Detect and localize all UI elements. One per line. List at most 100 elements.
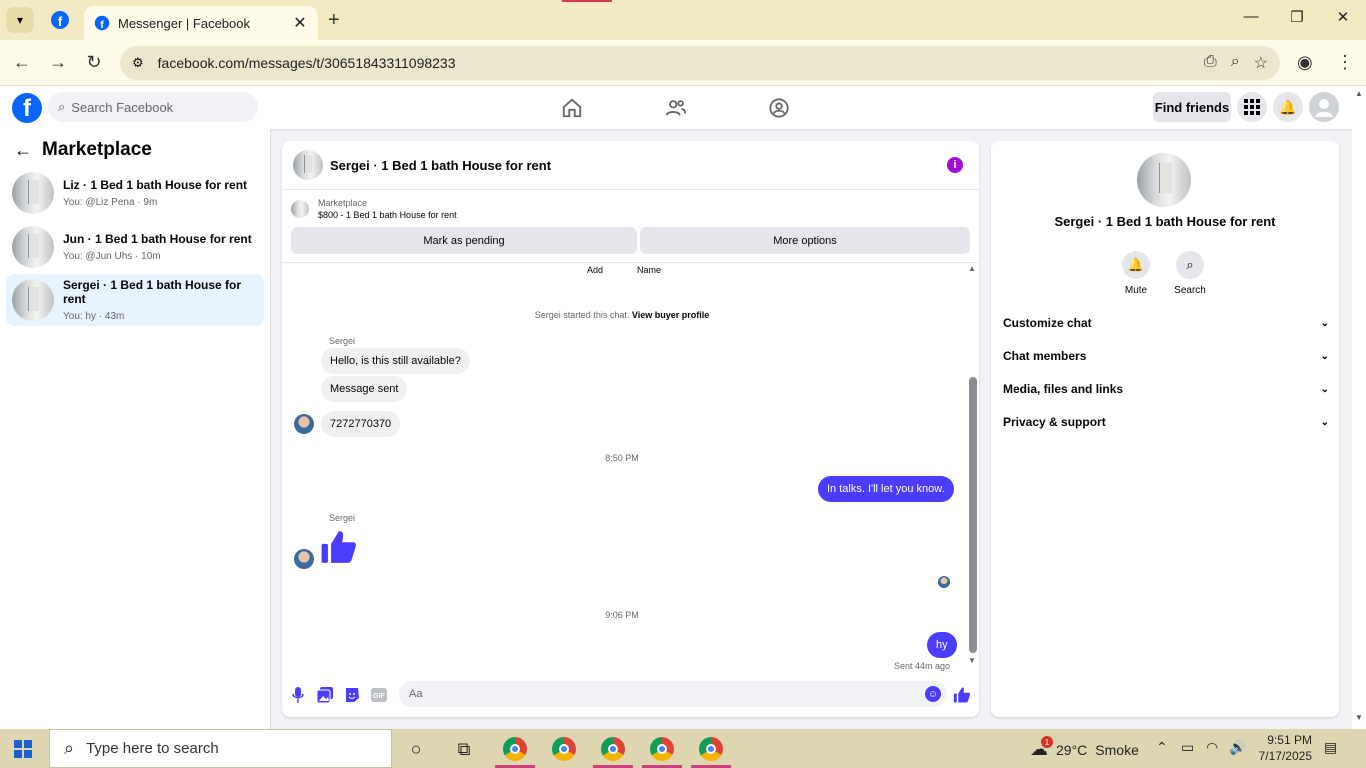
account-avatar[interactable] bbox=[1309, 92, 1339, 122]
url-text[interactable]: facebook.com/messages/t/3065184331109823… bbox=[158, 55, 456, 71]
mute-button[interactable]: 🔔 Mute bbox=[1106, 251, 1166, 296]
tab-search-button[interactable]: ▾ bbox=[6, 7, 34, 33]
page-scroll-down-icon[interactable]: ▼ bbox=[1355, 713, 1363, 722]
customize-chat-section[interactable]: Customize chat ⌄ bbox=[1003, 311, 1329, 335]
view-buyer-profile-link[interactable]: View buyer profile bbox=[632, 310, 709, 320]
message-input[interactable]: Aa ☺ bbox=[399, 681, 947, 707]
new-tab-button[interactable]: + bbox=[328, 9, 340, 32]
svg-text:GIF: GIF bbox=[373, 693, 385, 700]
system-clock[interactable]: 9:51 PM 7/17/2025 bbox=[1252, 732, 1312, 764]
chrome-icon[interactable] bbox=[650, 737, 674, 761]
back-button[interactable]: ← bbox=[10, 52, 34, 73]
outgoing-message[interactable]: hy bbox=[927, 632, 957, 658]
bookmark-star-icon[interactable]: ☆ bbox=[1254, 53, 1268, 73]
read-receipt-avatar bbox=[938, 576, 950, 588]
friends-icon[interactable] bbox=[665, 97, 687, 119]
tab-title: Messenger | Facebook bbox=[118, 15, 250, 31]
address-bar-row: ← → ↻ ⚙ facebook.com/messages/t/30651843… bbox=[0, 40, 1366, 86]
scroll-down-icon[interactable]: ▼ bbox=[968, 656, 976, 665]
install-app-icon[interactable]: ⎙ bbox=[1204, 53, 1217, 73]
media-files-links-section[interactable]: Media, files and links ⌄ bbox=[1003, 377, 1329, 401]
conversation-item[interactable]: Liz · 1 Bed 1 bath House for rent You: @… bbox=[6, 167, 264, 219]
windows-start-icon[interactable] bbox=[14, 740, 32, 758]
like-button-icon[interactable] bbox=[953, 686, 971, 704]
chat-thumbnail[interactable] bbox=[293, 150, 323, 180]
microphone-icon[interactable] bbox=[289, 686, 307, 704]
sender-avatar[interactable] bbox=[294, 414, 314, 434]
find-friends-button[interactable]: Find friends bbox=[1153, 92, 1231, 122]
sidebar-title: Marketplace bbox=[42, 139, 152, 160]
pinned-facebook-tab[interactable]: f bbox=[50, 10, 70, 35]
back-arrow-icon[interactable]: ← bbox=[14, 140, 32, 161]
show-hidden-icons[interactable]: ⌃ bbox=[1156, 739, 1168, 756]
page-scroll-up-icon[interactable]: ▲ bbox=[1355, 89, 1363, 98]
taskbar-search-placeholder: Type here to search bbox=[86, 740, 219, 757]
outgoing-message[interactable]: In talks. I'll let you know. bbox=[818, 476, 954, 502]
facebook-icon: f bbox=[94, 15, 110, 31]
more-options-button[interactable]: More options bbox=[640, 227, 970, 254]
scroll-up-icon[interactable]: ▲ bbox=[968, 264, 976, 273]
battery-icon[interactable]: ▭ bbox=[1181, 739, 1194, 756]
close-window-button[interactable]: ✕ bbox=[1320, 8, 1366, 26]
thumbs-up-icon[interactable] bbox=[320, 528, 358, 566]
search-placeholder: Search Facebook bbox=[71, 99, 174, 115]
message-thread: Add Name Sergei started this chat. View … bbox=[282, 262, 979, 674]
groups-icon[interactable] bbox=[768, 97, 790, 119]
facebook-search-input[interactable]: ⌕ Search Facebook bbox=[48, 92, 258, 122]
sender-avatar[interactable] bbox=[294, 549, 314, 569]
taskbar-search-input[interactable]: ⌕ Type here to search bbox=[49, 729, 392, 768]
search-conversation-button[interactable]: ⌕ Search bbox=[1160, 251, 1220, 296]
profile-icon[interactable]: ◉ bbox=[1297, 52, 1313, 73]
recording-indicator bbox=[562, 0, 612, 2]
listing-info[interactable]: Marketplace $800 - 1 Bed 1 bath House fo… bbox=[291, 198, 457, 220]
incoming-message[interactable]: Message sent bbox=[321, 376, 408, 402]
photo-icon[interactable] bbox=[316, 686, 334, 704]
search-icon: ⌕ bbox=[64, 738, 75, 758]
bell-icon: 🔔 bbox=[1122, 251, 1150, 279]
message-scrollbar[interactable]: ▲ ▼ bbox=[966, 262, 979, 672]
sticker-icon[interactable] bbox=[343, 686, 361, 704]
chat-started-notice: Sergei started this chat. View buyer pro… bbox=[282, 310, 962, 320]
emoji-icon[interactable]: ☺ bbox=[925, 686, 941, 702]
scroll-thumb[interactable] bbox=[969, 377, 977, 653]
close-tab-icon[interactable]: ✕ bbox=[288, 11, 312, 35]
minimize-button[interactable]: — bbox=[1228, 8, 1274, 25]
marketplace-sidebar: ← Marketplace Liz · 1 Bed 1 bath House f… bbox=[0, 129, 271, 729]
name-label: Name bbox=[637, 265, 662, 275]
conversation-item[interactable]: Jun · 1 Bed 1 bath House for rent You: @… bbox=[6, 221, 264, 273]
wifi-icon[interactable]: ◠ bbox=[1206, 739, 1218, 756]
zoom-icon[interactable]: ⌕ bbox=[1231, 53, 1240, 73]
info-icon[interactable]: i bbox=[947, 157, 963, 173]
forward-button[interactable]: → bbox=[46, 52, 70, 73]
incoming-message[interactable]: 7272770370 bbox=[321, 411, 401, 437]
restore-button[interactable]: ❐ bbox=[1274, 8, 1320, 26]
marketplace-label: Marketplace bbox=[318, 198, 368, 208]
chat-title[interactable]: Sergei · 1 Bed 1 bath House for rent bbox=[330, 158, 551, 173]
facebook-logo[interactable]: f bbox=[12, 93, 42, 123]
page-scrollbar[interactable]: ▲ ▼ bbox=[1352, 87, 1366, 728]
details-thumbnail[interactable] bbox=[1137, 153, 1191, 207]
notifications-bell-icon[interactable]: 🔔 bbox=[1273, 92, 1303, 122]
chrome-icon[interactable] bbox=[503, 737, 527, 761]
chrome-icon[interactable] bbox=[699, 737, 723, 761]
chat-members-section[interactable]: Chat members ⌄ bbox=[1003, 344, 1329, 368]
gif-icon[interactable]: GIF bbox=[370, 686, 388, 704]
mark-as-pending-button[interactable]: Mark as pending bbox=[291, 227, 637, 254]
chrome-icon[interactable] bbox=[552, 737, 576, 761]
reload-button[interactable]: ↻ bbox=[82, 52, 106, 73]
site-info-icon[interactable]: ⚙ bbox=[132, 55, 144, 71]
notification-center-icon[interactable]: ▤ bbox=[1324, 739, 1337, 756]
home-icon[interactable] bbox=[561, 97, 583, 119]
omnibox[interactable]: ⚙ facebook.com/messages/t/30651843311098… bbox=[120, 46, 1280, 80]
task-view-icon[interactable]: ⧉ bbox=[452, 737, 476, 761]
active-tab[interactable]: f Messenger | Facebook ✕ bbox=[84, 6, 318, 40]
browser-menu-icon[interactable]: ⋮ bbox=[1336, 52, 1354, 73]
chrome-icon[interactable] bbox=[601, 737, 625, 761]
cortana-icon[interactable]: ○ bbox=[404, 737, 428, 761]
conversation-item-active[interactable]: Sergei · 1 Bed 1 bath House for rent You… bbox=[6, 274, 264, 326]
listing-text: $800 - 1 Bed 1 bath House for rent bbox=[318, 210, 457, 220]
volume-icon[interactable]: 🔊 bbox=[1229, 739, 1246, 756]
incoming-message[interactable]: Hello, is this still available? bbox=[321, 348, 470, 374]
privacy-support-section[interactable]: Privacy & support ⌄ bbox=[1003, 410, 1329, 434]
menu-grid-icon[interactable] bbox=[1237, 92, 1267, 122]
